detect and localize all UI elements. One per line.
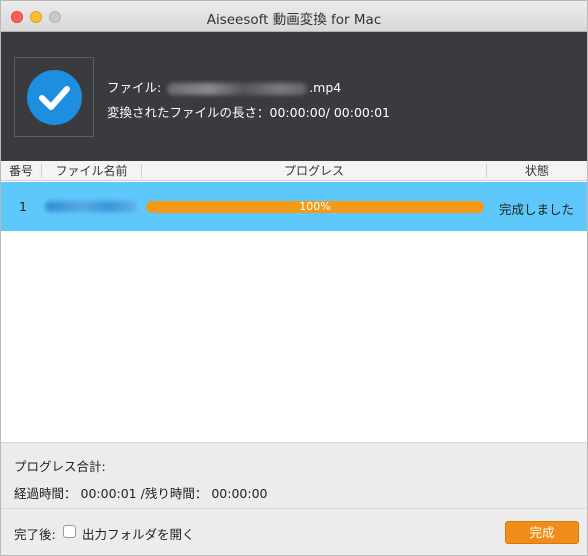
row-number: 1 xyxy=(19,199,27,214)
conversion-header: ファイル: .mp4 変換されたファイルの長さ：00:00:00/ 00:00:… xyxy=(1,32,587,161)
file-info: ファイル: .mp4 xyxy=(107,77,341,96)
remaining-label: /残り時間： xyxy=(140,486,208,501)
elapsed-value: 00:00:01 xyxy=(80,486,137,501)
column-progress[interactable]: プログレス xyxy=(142,163,486,179)
column-status[interactable]: 状態 xyxy=(487,163,587,179)
done-button[interactable]: 完成 xyxy=(505,521,579,544)
footer-bar: 完了後: 出力フォルダを開く 完成 xyxy=(1,508,587,555)
status-icon-frame xyxy=(14,57,94,137)
file-name-redacted xyxy=(167,82,308,95)
file-extension: .mp4 xyxy=(309,80,342,95)
remaining-value: 00:00:00 xyxy=(211,486,268,501)
duration-value: 00:00:00/ 00:00:01 xyxy=(269,105,390,120)
row-status: 完成しました xyxy=(499,202,575,217)
progress-percent: 100% xyxy=(299,200,331,213)
duration-label: 変換されたファイルの長さ： xyxy=(107,105,270,120)
table-header: 番号 ファイル名前 プログレス 状態 xyxy=(1,161,587,181)
converter-window: Aiseesoft 動画変換 for Mac ファイル: .mp4 変換されたフ… xyxy=(0,0,588,556)
window-title: Aiseesoft 動画変換 for Mac xyxy=(206,12,382,28)
total-progress-label: プログレス合計: xyxy=(14,459,106,474)
duration-info: 変換されたファイルの長さ：00:00:00/ 00:00:01 xyxy=(107,102,390,121)
elapsed-label: 経過時間： xyxy=(14,486,77,501)
row-file-name-redacted xyxy=(45,201,137,212)
file-label: ファイル: xyxy=(107,80,162,95)
table-row[interactable]: 1 100% 完成しました xyxy=(1,182,587,231)
file-table: 1 100% 完成しました xyxy=(1,181,587,442)
open-folder-checkbox[interactable] xyxy=(63,525,76,538)
after-completion-label: 完了後: xyxy=(14,527,56,542)
progress-summary: プログレス合計: 経過時間： 00:00:01 /残り時間： 00:00:00 xyxy=(1,442,587,508)
column-file-name[interactable]: ファイル名前 xyxy=(42,163,141,179)
column-number[interactable]: 番号 xyxy=(1,163,41,179)
open-folder-label[interactable]: 出力フォルダを開く xyxy=(82,524,195,543)
time-info: 経過時間： 00:00:01 /残り時間： 00:00:00 xyxy=(14,483,267,502)
title-bar: Aiseesoft 動画変換 for Mac xyxy=(1,1,587,32)
check-icon xyxy=(27,70,82,125)
